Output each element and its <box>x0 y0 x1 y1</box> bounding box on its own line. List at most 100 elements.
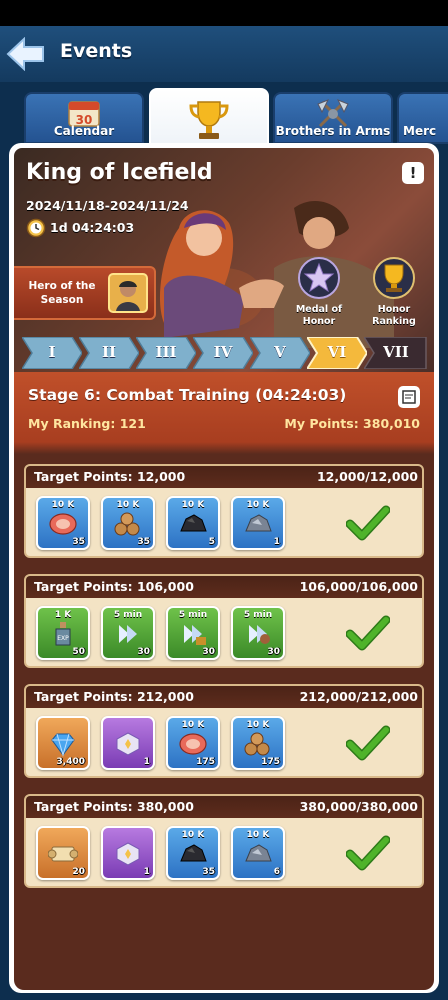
meat-icon <box>178 731 208 757</box>
reward-item-count: 30 <box>267 647 280 657</box>
reward-card: Target Points: 106,000 106,000/106,000 EXP… <box>24 574 424 668</box>
coal-icon <box>178 841 208 867</box>
reward-item[interactable]: EXP 1 K 50 <box>36 606 90 660</box>
reward-item-count: 35 <box>72 537 85 547</box>
tab-calendar-label: Calendar <box>53 124 115 138</box>
reward-card-header: Target Points: 106,000 106,000/106,000 <box>26 576 422 598</box>
event-title: King of Icefield <box>26 160 213 185</box>
hero-shard-icon <box>113 731 143 757</box>
reward-item[interactable]: 3,400 <box>36 716 90 770</box>
reward-item-count: 5 <box>208 537 215 547</box>
reward-item[interactable]: 10 K 35 <box>36 496 90 550</box>
reward-item-amount: 10 K <box>246 500 270 510</box>
medal-of-honor-label: Medal of Honor <box>295 304 343 327</box>
stage-3[interactable]: III <box>136 337 196 369</box>
reward-item[interactable]: 10 K 175 <box>166 716 220 770</box>
hero-of-the-season[interactable]: Hero of the Season <box>14 266 156 320</box>
tab-trophy[interactable] <box>149 88 269 148</box>
reward-card-header: Target Points: 12,000 12,000/12,000 <box>26 466 422 488</box>
target-points: Target Points: 212,000 <box>34 689 194 704</box>
checkmark-icon <box>345 504 391 544</box>
diamond-icon <box>48 731 78 757</box>
reward-item-amount: 10 K <box>181 720 205 730</box>
reward-item-count: 1 <box>143 757 150 767</box>
stage-2[interactable]: II <box>79 337 139 369</box>
reward-item[interactable]: 10 K 1 <box>231 496 285 550</box>
event-dates: 2024/11/18-2024/11/24 <box>26 198 189 213</box>
stage-title: Stage 6: Combat Training (04:24:03) <box>28 386 347 404</box>
reward-item[interactable]: 20 <box>36 826 90 880</box>
speedup-survivor-icon <box>243 621 273 647</box>
reward-item-count: 1 <box>143 867 150 877</box>
coal-icon <box>178 511 208 537</box>
target-points: Target Points: 380,000 <box>34 799 194 814</box>
reward-item-amount: 10 K <box>181 830 205 840</box>
notes-icon[interactable] <box>398 386 420 408</box>
timer-text: 1d 04:24:03 <box>50 220 135 235</box>
tab-merc[interactable]: Merc <box>397 92 448 144</box>
reward-item-amount: 10 K <box>246 830 270 840</box>
reward-item-count: 1 <box>273 537 280 547</box>
tab-brothers-in-arms[interactable]: Brothers in Arms <box>273 92 393 144</box>
speedup-sword-icon <box>113 621 143 647</box>
reward-item[interactable]: 10 K 175 <box>231 716 285 770</box>
tab-calendar[interactable]: 30 Calendar <box>24 92 144 144</box>
header-bar: Events <box>0 26 448 82</box>
stage-7-label: VII <box>383 343 409 361</box>
stage-4-label: IV <box>213 343 233 361</box>
stage-4[interactable]: IV <box>193 337 253 369</box>
iron-ore-icon <box>243 511 273 537</box>
scroll-icon <box>47 841 79 867</box>
meat-icon <box>48 511 78 537</box>
honor-ranking-button[interactable]: Honor Ranking <box>364 256 424 328</box>
hero-shard-icon <box>113 841 143 867</box>
stage-selector: I II III IV V VI VII <box>22 337 428 369</box>
stage-3-label: III <box>155 343 177 361</box>
reward-item[interactable]: 5 min 30 <box>166 606 220 660</box>
my-points: My Points: 380,010 <box>284 416 420 431</box>
reward-item-count: 6 <box>273 867 280 877</box>
reward-item-count: 3,400 <box>56 757 85 767</box>
status-bar <box>0 0 448 26</box>
reward-item-amount: 5 min <box>243 610 273 620</box>
clock-icon <box>26 218 46 241</box>
info-button[interactable]: ! <box>402 162 424 184</box>
stage-1[interactable]: I <box>22 337 82 369</box>
stage-info: Stage 6: Combat Training (04:24:03) My R… <box>14 372 434 442</box>
reward-item[interactable]: 1 <box>101 716 155 770</box>
reward-item[interactable]: 10 K 35 <box>101 496 155 550</box>
stage-6[interactable]: VI <box>307 337 367 369</box>
reward-item[interactable]: 1 <box>101 826 155 880</box>
hero-avatar <box>108 273 148 313</box>
svg-text:EXP: EXP <box>57 635 69 642</box>
reward-item-count: 35 <box>137 537 150 547</box>
back-arrow-icon[interactable] <box>6 36 46 72</box>
reward-item-amount: 1 K <box>54 610 72 620</box>
reward-item[interactable]: 10 K 6 <box>231 826 285 880</box>
reward-item[interactable]: 10 K 5 <box>166 496 220 550</box>
reward-card-header: Target Points: 212,000 212,000/212,000 <box>26 686 422 708</box>
reward-item-count: 20 <box>72 867 85 877</box>
hero-of-the-season-label: Hero of the Season <box>28 280 96 306</box>
stage-2-label: II <box>101 343 117 361</box>
stage-5[interactable]: V <box>250 337 310 369</box>
reward-item-count: 175 <box>196 757 215 767</box>
exp-bottle-icon: EXP <box>48 621 78 647</box>
checkmark-icon <box>345 834 391 874</box>
trophy-icon <box>186 98 232 146</box>
wood-logs-icon <box>113 511 143 537</box>
reward-item-count: 35 <box>202 867 215 877</box>
reward-list[interactable]: Target Points: 12,000 12,000/12,000 10 K 35… <box>14 442 434 990</box>
reward-item[interactable]: 5 min 30 <box>231 606 285 660</box>
reward-item[interactable]: 10 K 35 <box>166 826 220 880</box>
honor-ranking-trophy-icon <box>373 257 415 299</box>
reward-item[interactable]: 5 min 30 <box>101 606 155 660</box>
stage-7[interactable]: VII <box>364 337 428 369</box>
my-ranking: My Ranking: 121 <box>28 416 146 431</box>
reward-item-amount: 5 min <box>178 610 208 620</box>
reward-card: Target Points: 12,000 12,000/12,000 10 K 35… <box>24 464 424 558</box>
target-points: Target Points: 106,000 <box>34 579 194 594</box>
reward-card-header: Target Points: 380,000 380,000/380,000 <box>26 796 422 818</box>
medal-of-honor-button[interactable]: Medal of Honor <box>289 256 349 328</box>
target-points: Target Points: 12,000 <box>34 469 186 484</box>
